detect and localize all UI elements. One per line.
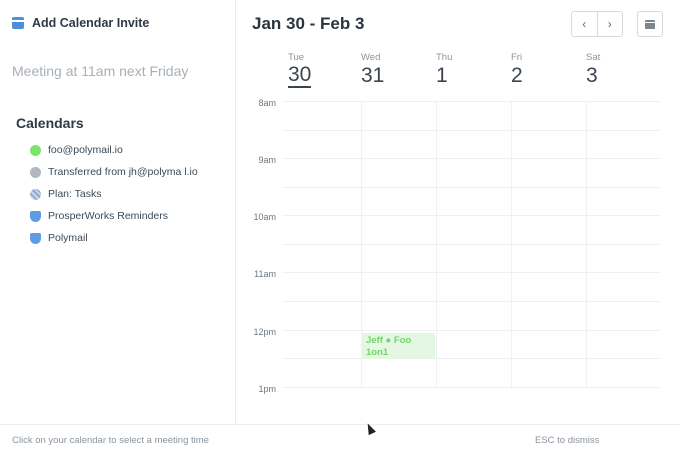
hour-label: 8am [258, 98, 276, 108]
footer-hint: Click on your calendar to select a meeti… [12, 435, 209, 446]
grid-column-line [586, 101, 587, 388]
grid-line [282, 301, 660, 302]
hour-label: 12pm [253, 327, 276, 337]
hour-label: 10am [253, 212, 276, 222]
hour-label: 9am [258, 155, 276, 165]
grid-line [282, 101, 660, 102]
grid-column-line [436, 101, 437, 388]
footer-bar: Click on your calendar to select a meeti… [0, 424, 680, 461]
hour-label: 11am [254, 269, 276, 279]
grid-column-line [511, 101, 512, 388]
hour-label: 1pm [258, 384, 276, 394]
grid-line [282, 187, 660, 188]
grid-line [282, 358, 660, 359]
grid-line [282, 158, 660, 159]
grid-line [282, 387, 660, 388]
grid-line [282, 244, 660, 245]
grid-line [282, 215, 660, 216]
dismiss-hint: ESC to dismiss [535, 435, 600, 446]
calendar-event[interactable]: Jeff ● Foo 1on1 [362, 333, 435, 359]
grid-line [282, 130, 660, 131]
grid-line [282, 330, 660, 331]
grid-line [282, 272, 660, 273]
week-time-grid[interactable]: 8am 9am 10am 11am 12pm 1pm Jeff ● Foo 1o… [0, 0, 680, 424]
